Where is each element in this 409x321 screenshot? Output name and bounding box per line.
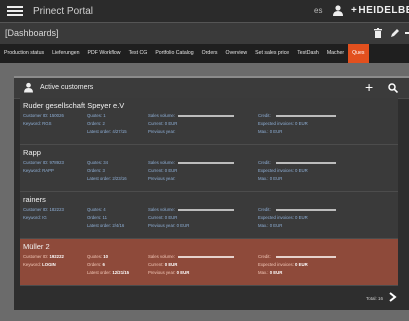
customer-keyword: Keyword: LOGIN bbox=[23, 262, 56, 267]
customer-max: Max.: 0 EUR bbox=[258, 223, 283, 228]
credit-label: Credit: bbox=[258, 160, 271, 165]
customer-quotes: Quotes: 4 bbox=[87, 207, 106, 212]
credit-label: Credit: bbox=[258, 207, 271, 212]
customer-icon bbox=[24, 82, 33, 93]
tab-testdash[interactable]: TestDash bbox=[293, 44, 323, 63]
credit-bar bbox=[276, 162, 336, 164]
dashboard-bar: [Dashboards] bbox=[0, 22, 409, 45]
customer-card[interactable]: rainers Customer ID: 182223 Keyword: IG … bbox=[20, 192, 398, 239]
sales-volume-label: Sales volume: bbox=[148, 254, 175, 259]
trash-icon[interactable] bbox=[372, 27, 384, 39]
credit-label: Credit: bbox=[258, 254, 271, 259]
customer-latest-order: Latest order: 2/23/16 bbox=[87, 176, 127, 181]
customer-orders: Orders: 3 bbox=[87, 168, 105, 173]
customer-expected-invoices: Expected invoices: 0 EUR bbox=[258, 215, 308, 220]
customer-expected-invoices: Expected invoices: 0 EUR bbox=[258, 121, 308, 126]
customer-quotes: Quotes: 34 bbox=[87, 160, 109, 165]
dashboard-tabs: Production status Lieferungen PDF Workfl… bbox=[0, 44, 409, 63]
customer-quotes: Quotes: 10 bbox=[87, 254, 109, 259]
customer-id: Customer ID: 150026 bbox=[23, 113, 64, 118]
sales-volume-bar bbox=[178, 162, 234, 164]
customer-card[interactable]: Ruder gesellschaft Speyer e.V Customer I… bbox=[20, 98, 398, 145]
sales-volume-label: Sales volume: bbox=[148, 207, 175, 212]
active-customers-panel: Active customers + Ruder gesellschaft Sp… bbox=[14, 76, 409, 310]
tab-macher[interactable]: Macher bbox=[323, 44, 348, 63]
language-selector[interactable]: es bbox=[314, 6, 322, 15]
app-title: Prinect Portal bbox=[33, 5, 94, 17]
tab-test-cg[interactable]: Test CG bbox=[125, 44, 152, 63]
customer-latest-order: Latest order: 12/21/15 bbox=[87, 270, 130, 275]
customer-keyword: Keyword: RGS bbox=[23, 121, 52, 126]
add-icon[interactable] bbox=[404, 27, 409, 39]
customer-previous-year: Previous year: bbox=[148, 129, 176, 134]
tab-set-sales-price[interactable]: Set sales price bbox=[251, 44, 293, 63]
customer-previous-year: Previous year: 0 EUR bbox=[148, 270, 190, 275]
breadcrumb[interactable]: [Dashboards] bbox=[5, 28, 59, 38]
customer-expected-invoices: Expected invoices: 0 EUR bbox=[258, 262, 308, 267]
tab-portfolio-catalog[interactable]: Portfolio Catalog bbox=[151, 44, 197, 63]
brand-logo: +HEIDELBERG bbox=[351, 5, 409, 16]
customer-latest-order: Latest order: 4/27/15 bbox=[87, 129, 127, 134]
customer-name[interactable]: Müller 2 bbox=[23, 242, 50, 251]
panel-header: Active customers + bbox=[14, 78, 409, 99]
customer-keyword: Keyword: IG bbox=[23, 215, 47, 220]
customer-max: Max.: 0 EUR bbox=[258, 129, 283, 134]
panel-title: Active customers bbox=[40, 84, 94, 91]
chevron-right-icon[interactable] bbox=[389, 292, 397, 302]
customer-latest-order: Latest order: 2/4/16 bbox=[87, 223, 125, 228]
customer-current: Current: 0 EUR bbox=[148, 121, 178, 126]
add-customer-button[interactable]: + bbox=[365, 79, 373, 95]
user-icon[interactable] bbox=[333, 5, 343, 16]
customer-previous-year: Previous year: 0 EUR bbox=[148, 223, 190, 228]
credit-bar bbox=[276, 209, 336, 211]
customer-current: Current: 0 EUR bbox=[148, 262, 178, 267]
customer-max: Max.: 0 EUR bbox=[258, 176, 283, 181]
top-bar: Prinect Portal es +HEIDELBERG bbox=[0, 0, 409, 22]
total-count: Total: 16 bbox=[366, 296, 384, 301]
customer-id: Customer ID: 182223 bbox=[23, 207, 64, 212]
tab-pdf-workflow[interactable]: PDF Workflow bbox=[84, 44, 125, 63]
sales-volume-label: Sales volume: bbox=[148, 160, 175, 165]
customer-name[interactable]: rainers bbox=[23, 195, 46, 204]
customer-card-selected[interactable]: Müller 2 Customer ID: 192222 Keyword: LO… bbox=[20, 239, 398, 286]
tab-orders[interactable]: Orders bbox=[198, 44, 222, 63]
customer-keyword: Keyword: RAPP bbox=[23, 168, 54, 173]
customer-id: Customer ID: 192222 bbox=[23, 254, 64, 259]
tab-production-status[interactable]: Production status bbox=[0, 44, 48, 63]
tab-lieferungen[interactable]: Lieferungen bbox=[48, 44, 83, 63]
customer-card[interactable]: Rapp Customer ID: 978923 Keyword: RAPP Q… bbox=[20, 145, 398, 192]
sales-volume-label: Sales volume: bbox=[148, 113, 175, 118]
customer-quotes: Quotes: 1 bbox=[87, 113, 106, 118]
customer-orders: Orders: 2 bbox=[87, 121, 105, 126]
credit-label: Credit: bbox=[258, 113, 271, 118]
sales-volume-bar bbox=[178, 115, 234, 117]
customer-previous-year: Previous year: bbox=[148, 176, 176, 181]
customer-current: Current: 0 EUR bbox=[148, 168, 178, 173]
tab-overview[interactable]: Overview bbox=[222, 44, 252, 63]
customer-expected-invoices: Expected invoices: 0 EUR bbox=[258, 168, 308, 173]
customer-current: Current: 0 EUR bbox=[148, 215, 178, 220]
tab-ques[interactable]: Ques bbox=[348, 44, 369, 63]
customer-name[interactable]: Ruder gesellschaft Speyer e.V bbox=[23, 101, 124, 110]
customer-id: Customer ID: 978923 bbox=[23, 160, 64, 165]
customer-orders: Orders: 6 bbox=[87, 262, 105, 267]
customer-max: Max.: 0 EUR bbox=[258, 270, 283, 275]
sales-volume-bar bbox=[178, 209, 234, 211]
edit-icon[interactable] bbox=[389, 27, 401, 39]
sales-volume-bar bbox=[178, 256, 234, 258]
search-icon[interactable] bbox=[388, 83, 398, 93]
credit-bar bbox=[276, 115, 336, 117]
credit-bar bbox=[276, 256, 336, 258]
customer-name[interactable]: Rapp bbox=[23, 148, 41, 157]
customer-orders: Orders: 11 bbox=[87, 215, 107, 220]
menu-icon[interactable] bbox=[7, 6, 23, 16]
